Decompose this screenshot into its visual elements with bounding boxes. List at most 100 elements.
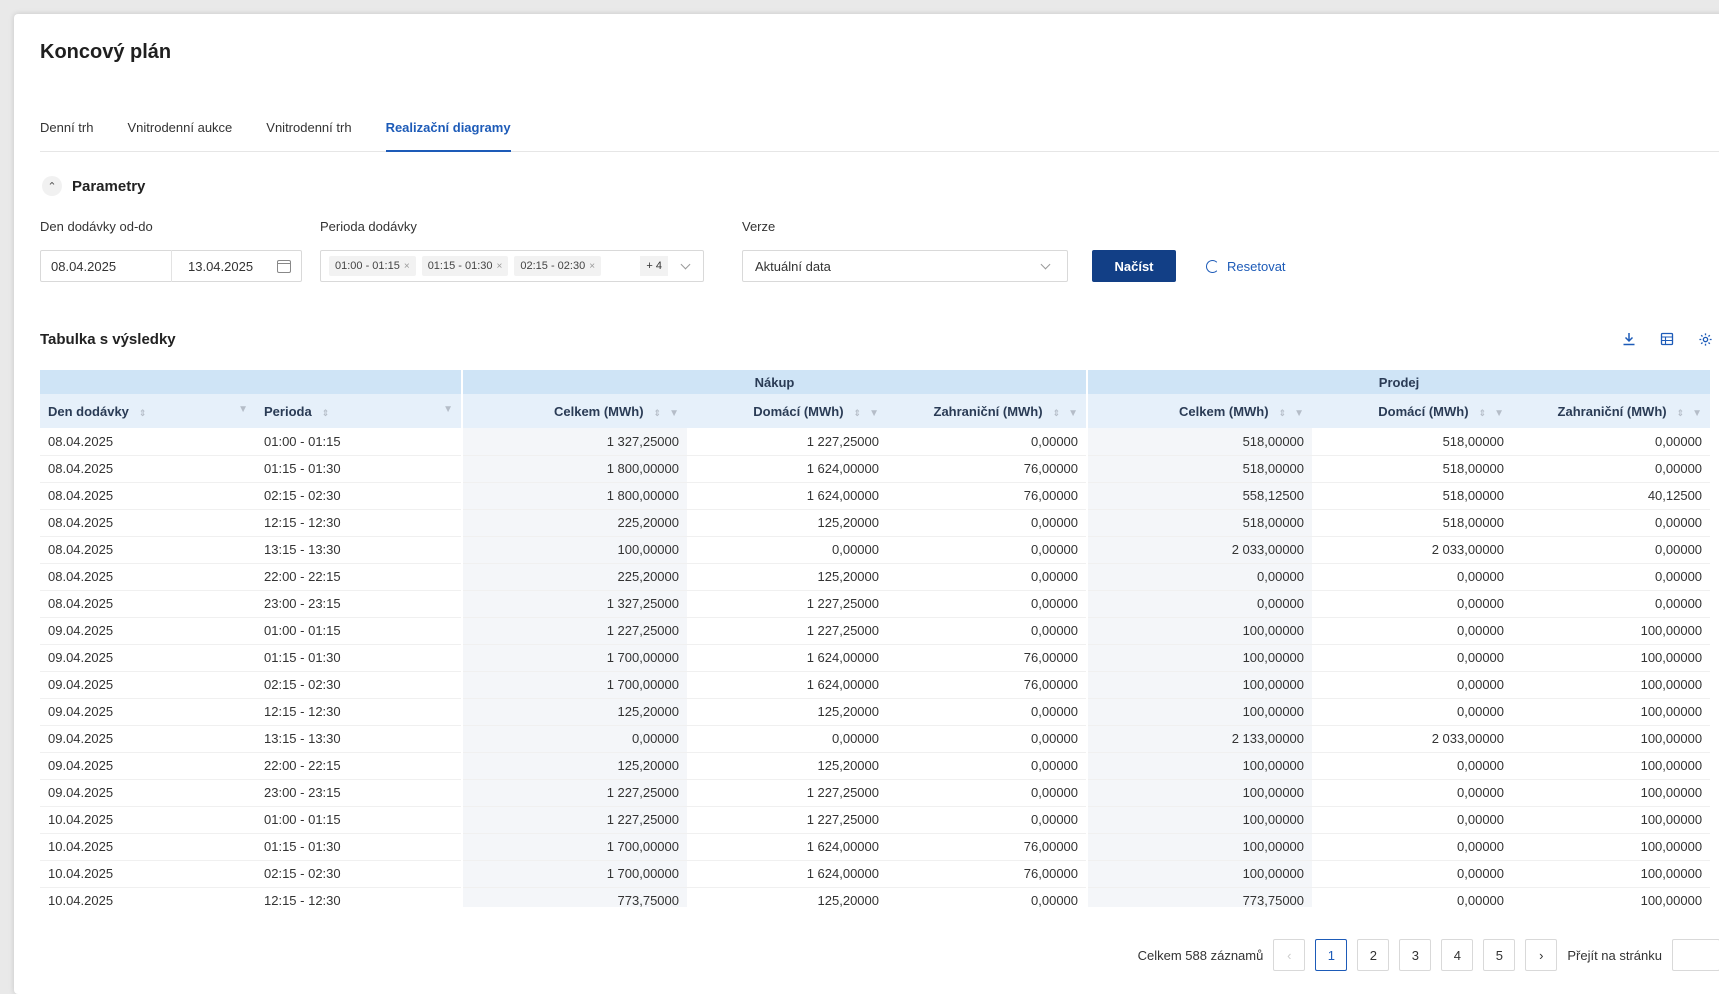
filter-icon[interactable]: ▼	[1692, 408, 1702, 419]
period-chip[interactable]: 01:15 - 01:30 ×	[421, 256, 509, 276]
header-sell-total[interactable]: Celkem (MWh) ⇕ ▼	[1086, 394, 1313, 428]
close-icon[interactable]: ×	[404, 261, 410, 272]
filter-icon[interactable]: ▼	[238, 404, 248, 415]
sort-icon[interactable]: ⇕	[1279, 408, 1287, 419]
date-range-picker[interactable]: 08.04.2025 13.04.2025	[40, 250, 302, 282]
period-chip[interactable]: 01:00 - 01:15 ×	[329, 256, 416, 276]
page-button-3[interactable]: 3	[1399, 939, 1432, 971]
page-button-2[interactable]: 2	[1357, 939, 1390, 971]
table-row[interactable]: 08.04.2025 13:15 - 13:30 100,00000 0,00000 0…	[40, 536, 1710, 564]
close-icon[interactable]: ×	[497, 261, 503, 272]
header-buy-foreign[interactable]: Zahraniční (MWh) ⇕ ▼	[887, 394, 1088, 428]
header-sell-foreign[interactable]: Zahraniční (MWh) ⇕ ▼	[1512, 394, 1710, 428]
table-cell: 100,00000	[1512, 806, 1710, 834]
table-row[interactable]: 09.04.2025 13:15 - 13:30 0,00000 0,00000 0,0…	[40, 725, 1710, 753]
sort-icon[interactable]: ⇕	[322, 408, 330, 419]
table-cell: 0,00000	[1312, 563, 1513, 591]
total-records: Celkem 588 záznamů	[1137, 947, 1264, 963]
period-more-chip[interactable]: + 4	[640, 256, 668, 276]
table-cell: 1 227,25000	[687, 779, 887, 807]
table-row[interactable]: 09.04.2025 01:15 - 01:30 1 700,00000 1 624,…	[40, 644, 1710, 672]
table-cell: 23:00 - 23:15	[256, 779, 462, 807]
table-cell: 1 800,00000	[461, 482, 687, 510]
columns-icon[interactable]	[1658, 330, 1676, 348]
table-cell: 0,00000	[1512, 590, 1710, 618]
table-cell: 518,00000	[1086, 455, 1313, 483]
table-cell: 0,00000	[1086, 590, 1313, 618]
sort-icon[interactable]: ⇕	[854, 408, 862, 419]
page-button-1[interactable]: 1	[1315, 939, 1348, 971]
table-row[interactable]: 09.04.2025 23:00 - 23:15 1 227,25000 1 227,…	[40, 779, 1710, 807]
reset-button[interactable]: Resetovat	[1206, 250, 1286, 282]
table-row[interactable]: 08.04.2025 23:00 - 23:15 1 327,25000 1 227,…	[40, 590, 1710, 618]
table-row[interactable]: 08.04.2025 02:15 - 02:30 1 800,00000 1 624,…	[40, 482, 1710, 510]
tab-vnitrodenni-trh[interactable]: Vnitrodenní trh	[266, 106, 351, 151]
header-sell-domestic-label: Domácí (MWh)	[1378, 403, 1469, 419]
chevron-down-icon[interactable]	[680, 259, 691, 269]
sort-icon[interactable]: ⇕	[654, 408, 662, 419]
tab-vnitrodenni-aukce[interactable]: Vnitrodenní aukce	[127, 106, 232, 151]
table-cell: 76,00000	[887, 671, 1088, 699]
period-multiselect[interactable]: 01:00 - 01:15 × 01:15 - 01:30 × 02:15 - 02:3…	[320, 250, 704, 282]
page-button-5[interactable]: 5	[1483, 939, 1516, 971]
table-row[interactable]: 09.04.2025 12:15 - 12:30 125,20000 125,2000…	[40, 698, 1710, 726]
download-icon[interactable]	[1620, 330, 1638, 348]
table-cell: 01:15 - 01:30	[256, 644, 462, 672]
table-cell: 10.04.2025	[40, 806, 256, 834]
table-cell: 22:00 - 22:15	[256, 752, 462, 780]
calendar-icon[interactable]	[277, 259, 291, 273]
table-row[interactable]: 10.04.2025 01:00 - 01:15 1 227,25000 1 227,…	[40, 806, 1710, 834]
sort-icon[interactable]: ⇕	[1479, 408, 1487, 419]
filter-icon[interactable]: ▼	[669, 408, 679, 419]
close-icon[interactable]: ×	[589, 261, 595, 272]
tab-denni-trh[interactable]: Denní trh	[40, 106, 93, 151]
table-cell: 76,00000	[887, 482, 1088, 510]
filter-icon[interactable]: ▼	[1068, 408, 1078, 419]
prev-page-button[interactable]: ‹	[1273, 939, 1306, 971]
period-chip[interactable]: 02:15 - 02:30 ×	[514, 256, 602, 276]
table-cell: 0,00000	[887, 725, 1088, 753]
table-cell: 22:00 - 22:15	[256, 563, 462, 591]
table-cell: 1 624,00000	[687, 644, 887, 672]
date-from-value[interactable]: 08.04.2025	[51, 259, 171, 274]
chevron-down-icon[interactable]	[1040, 259, 1051, 269]
table-row[interactable]: 08.04.2025 01:15 - 01:30 1 800,00000 1 624,…	[40, 455, 1710, 483]
sort-icon[interactable]: ⇕	[1677, 408, 1685, 419]
filter-icon[interactable]: ▼	[1294, 408, 1304, 419]
header-sell-domestic[interactable]: Domácí (MWh) ⇕ ▼	[1312, 394, 1513, 428]
table-cell: 0,00000	[687, 725, 887, 753]
table-cell: 0,00000	[1512, 455, 1710, 483]
header-buy-total[interactable]: Celkem (MWh) ⇕ ▼	[461, 394, 687, 428]
table-cell: 100,00000	[1512, 887, 1710, 907]
header-delivery-day[interactable]: Den dodávky ⇕ ▼	[40, 394, 256, 428]
tab-realizacni-diagramy[interactable]: Realizační diagramy	[385, 106, 511, 152]
table-cell: 0,00000	[887, 509, 1088, 537]
table-row[interactable]: 10.04.2025 12:15 - 12:30 773,75000 125,2000…	[40, 887, 1710, 907]
table-row[interactable]: 08.04.2025 12:15 - 12:30 225,20000 125,2000…	[40, 509, 1710, 537]
filter-icon[interactable]: ▼	[443, 404, 453, 415]
header-buy-domestic[interactable]: Domácí (MWh) ⇕ ▼	[687, 394, 887, 428]
table-row[interactable]: 09.04.2025 02:15 - 02:30 1 700,00000 1 624,…	[40, 671, 1710, 699]
table-row[interactable]: 08.04.2025 01:00 - 01:15 1 327,25000 1 227,…	[40, 428, 1710, 456]
group-header-buy: Nákup	[460, 370, 1088, 394]
header-period[interactable]: Perioda ⇕ ▼	[256, 394, 462, 428]
page-button-4[interactable]: 4	[1441, 939, 1474, 971]
settings-gear-icon[interactable]	[1696, 330, 1714, 348]
table-cell: 01:15 - 01:30	[256, 833, 462, 861]
date-to-value[interactable]: 13.04.2025	[188, 259, 277, 274]
filter-icon[interactable]: ▼	[869, 408, 879, 419]
sort-icon[interactable]: ⇕	[139, 408, 147, 419]
sort-icon[interactable]: ⇕	[1053, 408, 1061, 419]
table-cell: 100,00000	[1512, 671, 1710, 699]
next-page-button[interactable]: ›	[1525, 939, 1558, 971]
jump-to-page-input[interactable]	[1672, 939, 1719, 971]
table-row[interactable]: 10.04.2025 02:15 - 02:30 1 700,00000 1 624,…	[40, 860, 1710, 888]
table-row[interactable]: 08.04.2025 22:00 - 22:15 225,20000 125,2000…	[40, 563, 1710, 591]
table-row[interactable]: 09.04.2025 22:00 - 22:15 125,20000 125,2000…	[40, 752, 1710, 780]
table-row[interactable]: 10.04.2025 01:15 - 01:30 1 700,00000 1 624,…	[40, 833, 1710, 861]
parameters-toggle[interactable]: ⌃ Parametry	[42, 176, 145, 196]
filter-icon[interactable]: ▼	[1494, 408, 1504, 419]
table-row[interactable]: 09.04.2025 01:00 - 01:15 1 227,25000 1 227,…	[40, 617, 1710, 645]
load-button[interactable]: Načíst	[1092, 250, 1176, 282]
version-select[interactable]: Aktuální data	[742, 250, 1068, 282]
